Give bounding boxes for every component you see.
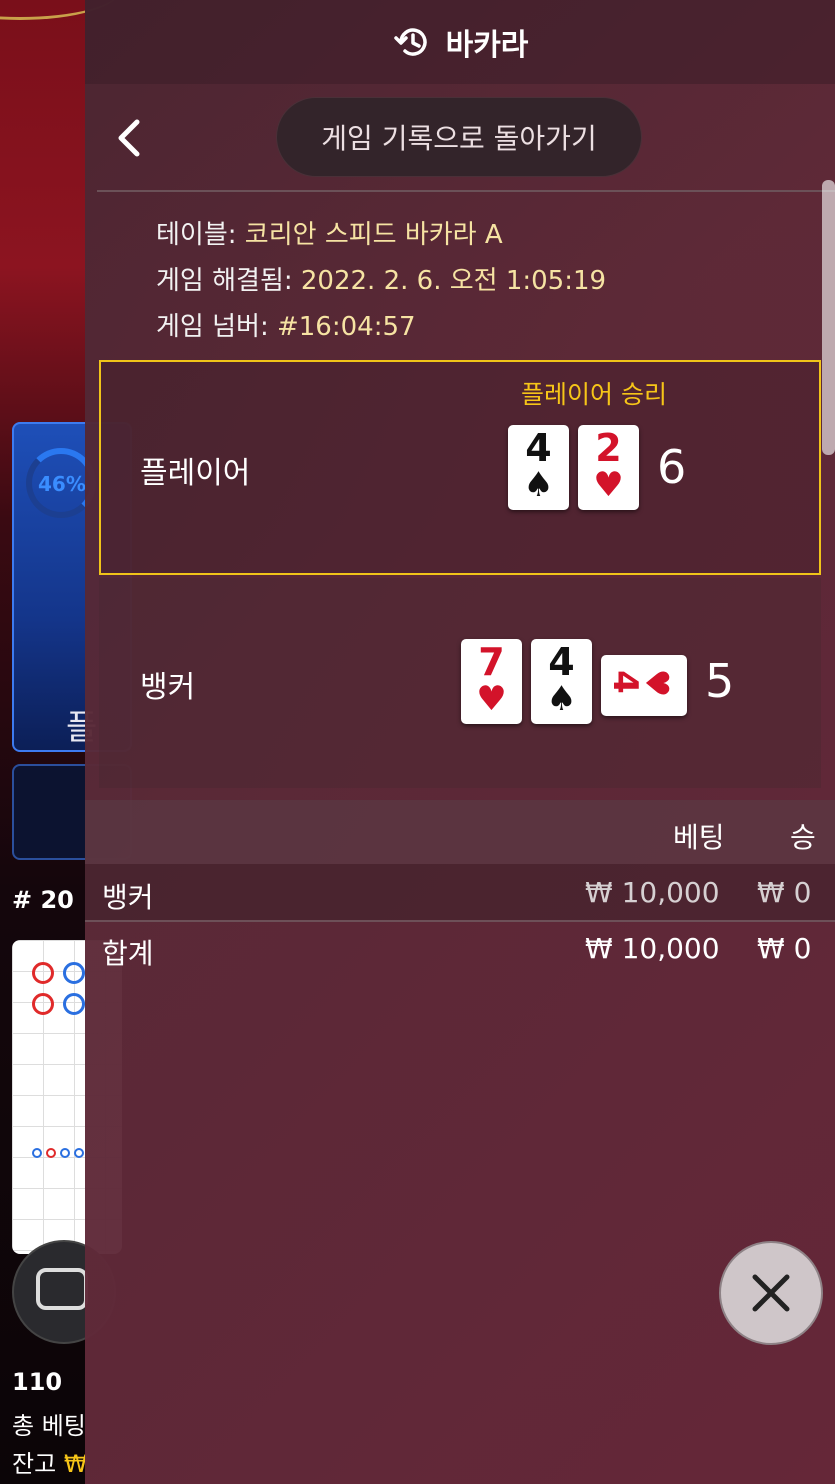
row-win: ₩ 0	[757, 876, 812, 909]
road-player-dot	[63, 993, 85, 1015]
panel-title: 바카라	[445, 28, 529, 63]
history-icon	[393, 28, 427, 56]
row-bet: ₩ 10,000	[585, 876, 720, 909]
player-card-1: 4 ♠	[508, 425, 569, 510]
round-number: # 20	[12, 886, 74, 914]
player-score: 6	[657, 440, 687, 494]
balance-label: 잔고 ₩	[12, 1450, 88, 1478]
close-icon	[752, 1274, 790, 1312]
table-row	[85, 864, 835, 920]
info-number-key: 게임 넘버:	[156, 312, 269, 342]
banker-card-3: 4 ♥	[601, 655, 687, 716]
win-label: 플레이어 승리	[521, 380, 667, 409]
info-resolved-key: 게임 해결됨:	[156, 266, 293, 296]
road-small-dot	[74, 1148, 84, 1158]
banker-score: 5	[705, 654, 735, 708]
player-percent: 46%	[38, 472, 86, 496]
info-number: 게임 넘버: #16:04:57	[156, 306, 416, 343]
total-label: 합계	[102, 937, 154, 970]
info-number-value: #16:04:57	[276, 312, 416, 342]
road-banker-dot	[32, 993, 54, 1015]
total-win: ₩ 0	[757, 932, 812, 965]
info-table-value: 코리안 스피드 바카라 A	[244, 220, 503, 250]
header-bet: 베팅	[673, 821, 725, 854]
panel-header: 바카라	[85, 0, 835, 84]
road-small-dot	[60, 1148, 70, 1158]
chevron-left-icon[interactable]	[111, 116, 147, 160]
banker-card-1: 7 ♥	[461, 639, 522, 724]
divider	[97, 190, 835, 192]
row-label: 뱅커	[102, 881, 154, 914]
info-table-key: 테이블:	[156, 220, 237, 250]
info-table: 테이블: 코리안 스피드 바카라 A	[156, 214, 503, 251]
road-small-dot	[32, 1148, 42, 1158]
game-history-panel: 바카라 게임 기록으로 돌아가기 테이블: 코리안 스피드 바카라 A 게임 해…	[85, 0, 835, 1484]
close-button[interactable]	[719, 1241, 823, 1345]
player-label: 플레이어	[140, 456, 251, 491]
total-bet: ₩ 10,000	[585, 932, 720, 965]
total-bet-label: 총 베팅	[12, 1412, 86, 1440]
chip-icon	[36, 1268, 88, 1310]
divider	[85, 920, 835, 922]
road-small-dot	[46, 1148, 56, 1158]
player-count: 110	[12, 1368, 63, 1396]
player-card-2: 2 ♥	[578, 425, 639, 510]
header-win: 승	[790, 821, 816, 854]
road-banker-dot	[32, 962, 54, 984]
road-player-dot	[63, 962, 85, 984]
scrollbar[interactable]	[822, 180, 835, 455]
info-resolved: 게임 해결됨: 2022. 2. 6. 오전 1:05:19	[156, 260, 606, 297]
info-resolved-value: 2022. 2. 6. 오전 1:05:19	[300, 266, 607, 296]
banker-label: 뱅커	[140, 670, 196, 705]
return-to-history-button[interactable]: 게임 기록으로 돌아가기	[276, 97, 642, 177]
banker-card-2: 4 ♠	[531, 639, 592, 724]
